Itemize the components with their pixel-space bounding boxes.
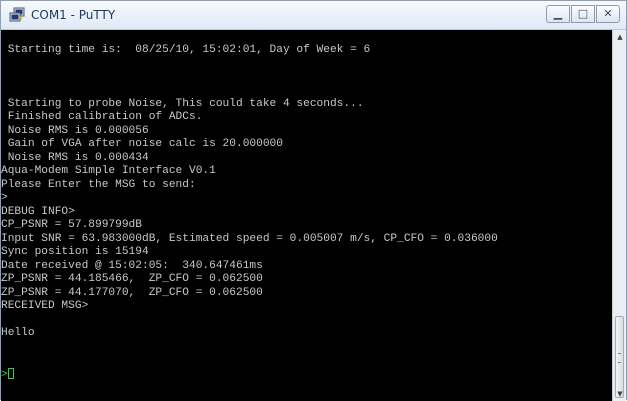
putty-terminal-icon[interactable]	[9, 7, 25, 23]
terminal-line: >	[1, 192, 8, 204]
prompt-symbol: >	[1, 368, 8, 381]
terminal-line: Noise RMS is 0.000434	[1, 151, 149, 164]
scroll-up-arrow-icon[interactable]: ▲	[613, 30, 627, 44]
terminal-line: DEBUG INFO>	[1, 205, 75, 218]
vertical-scrollbar[interactable]: ▲ ▼	[612, 30, 626, 401]
window-title: COM1 - PuTTY	[31, 8, 116, 22]
terminal-line: ZP_PSNR = 44.185466, ZP_CFO = 0.062500	[1, 273, 263, 285]
terminal-area[interactable]: Starting time is: 08/25/10, 15:02:01, Da…	[1, 30, 612, 401]
terminal-line: RECEIVED MSG>	[1, 300, 89, 312]
minimize-button[interactable]: ▁	[546, 5, 570, 23]
terminal-line: Input SNR = 63.983000dB, Estimated speed…	[1, 232, 498, 245]
terminal-line: Please Enter the MSG to send:	[1, 178, 196, 191]
text-cursor	[7, 367, 14, 379]
title-bar[interactable]: COM1 - PuTTY ▁ □ ✕	[1, 1, 626, 30]
minimize-icon: ▁	[553, 7, 563, 20]
terminal-line: ZP_PSNR = 44.177070, ZP_CFO = 0.062500	[1, 286, 263, 299]
scroll-down-arrow-icon[interactable]: ▼	[613, 387, 627, 401]
terminal-line: CP_PSNR = 57.899799dB	[1, 219, 142, 231]
maximize-icon: □	[577, 7, 589, 20]
terminal-output: Starting time is: 08/25/10, 15:02:01, Da…	[1, 30, 498, 381]
terminal-line: Hello	[1, 327, 35, 339]
prompt-line[interactable]: >	[1, 367, 498, 382]
maximize-button[interactable]: □	[571, 5, 595, 23]
terminal-line: Gain of VGA after noise calc is 20.00000…	[1, 138, 283, 150]
terminal-line: Noise RMS is 0.000056	[1, 124, 149, 137]
putty-window: COM1 - PuTTY ▁ □ ✕ Starting time is: 08/…	[0, 0, 627, 401]
close-icon: ✕	[603, 7, 613, 20]
terminal-line: Finished calibration of ADCs.	[1, 111, 203, 123]
terminal-line: Aqua-Modem Simple Interface V0.1	[1, 165, 216, 177]
terminal-line: Date received @ 15:02:05: 340.647461ms	[1, 259, 263, 272]
close-button[interactable]: ✕	[596, 5, 620, 23]
terminal-line: Sync position is 15194	[1, 246, 149, 258]
terminal-line: Starting to probe Noise, This could take…	[1, 97, 364, 110]
scrollbar-grip-icon	[618, 353, 621, 363]
scrollbar-thumb[interactable]	[615, 316, 624, 398]
terminal-line: Starting time is: 08/25/10, 15:02:01, Da…	[1, 43, 371, 56]
window-controls: ▁ □ ✕	[545, 5, 620, 23]
